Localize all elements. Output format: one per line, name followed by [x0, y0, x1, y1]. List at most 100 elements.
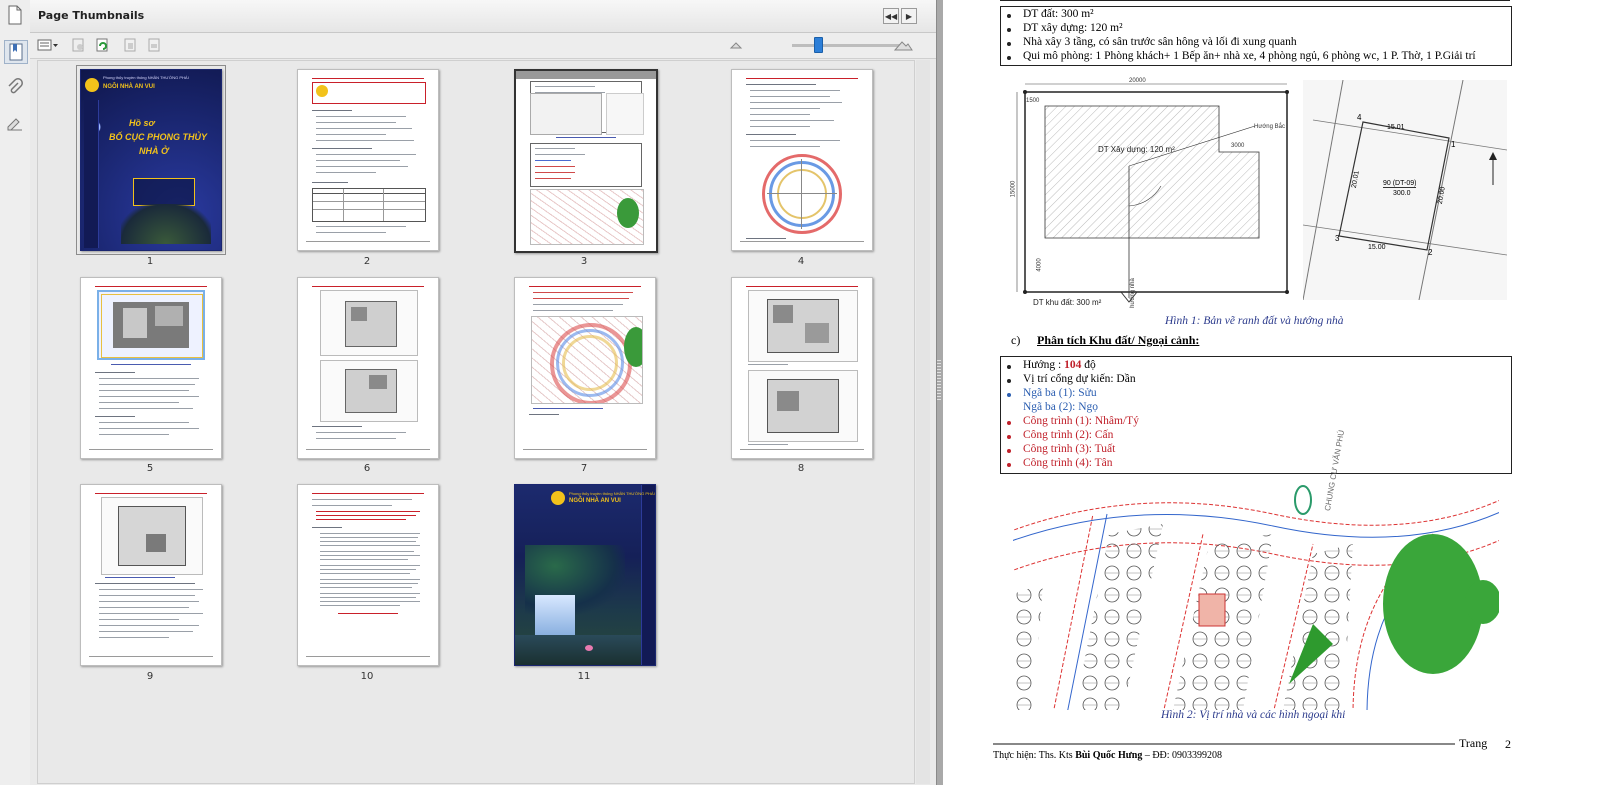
text-line: [320, 573, 410, 574]
text-line: [316, 515, 416, 516]
expand-right-icon[interactable]: ▶: [901, 8, 917, 24]
footer-rule: [306, 241, 430, 242]
footer-rule: [306, 656, 430, 657]
map-drawing: [1013, 474, 1499, 710]
cover-logo-icon: [85, 78, 99, 92]
header-rule: [95, 286, 207, 287]
cadastral-sketch: [606, 93, 644, 135]
insert-pages-icon[interactable]: [70, 38, 86, 52]
text-line: [320, 533, 420, 534]
info-item: Qui mô phòng: 1 Phòng khách+ 1 Bếp ăn+ n…: [1023, 50, 1476, 62]
thumbnail-size-slider[interactable]: [792, 44, 902, 47]
caption-line: [533, 408, 603, 409]
text-line: [320, 597, 416, 598]
page-number-label: 1: [146, 256, 154, 267]
page-thumbnail-6[interactable]: [297, 277, 439, 459]
text-line: [99, 378, 199, 379]
text-line: [99, 434, 169, 435]
page-thumbnail-9[interactable]: [80, 484, 222, 666]
text-line: [316, 172, 376, 173]
dim-top-label: 20000: [1129, 78, 1146, 84]
text-line: [750, 96, 830, 97]
text-line: [320, 601, 420, 602]
acrobat-window: Page Thumbnails ◀◀ ▶ Phong thủy truyền t…: [0, 0, 1600, 785]
text-line: [99, 631, 193, 632]
text-line: [320, 541, 416, 542]
caption-line: [111, 364, 191, 365]
page-thumbnails-icon[interactable]: [4, 4, 26, 26]
bookmarks-icon[interactable]: [4, 40, 28, 64]
page-thumbnail-3[interactable]: [514, 69, 658, 253]
back-cover-waterfall-image: [535, 595, 575, 635]
slider-knob[interactable]: [814, 37, 823, 53]
text-line: [312, 527, 342, 528]
delete-pages-icon[interactable]: [122, 38, 138, 52]
point-label: 2: [1428, 248, 1433, 257]
text-line: [320, 551, 414, 552]
text-line: [533, 292, 633, 293]
footer-rule: [523, 449, 647, 450]
text-line: [533, 304, 623, 305]
cover-heading-top: Hồ sơ: [129, 118, 155, 128]
text-line: [99, 402, 179, 403]
attachments-icon[interactable]: [4, 76, 26, 98]
text-line: [316, 438, 396, 439]
dim-small-label: 1500: [1026, 98, 1040, 104]
header-rule: [312, 493, 424, 494]
text-line: [316, 134, 386, 135]
text-line: [748, 364, 788, 365]
footer-rule: [740, 449, 864, 450]
thumbnails-scrollbar[interactable]: [916, 60, 930, 784]
text-line: [750, 146, 820, 147]
point-label: 4: [1357, 113, 1362, 122]
footer-rule: [89, 449, 213, 450]
footer-rule: [993, 743, 1455, 745]
text-line: [316, 166, 408, 167]
floor-plan-image: [748, 290, 858, 362]
panel-header: Page Thumbnails ◀◀ ▶: [30, 0, 936, 33]
plan-sketch: [530, 93, 602, 135]
thumbnails-panel: Page Thumbnails ◀◀ ▶ Phong thủy truyền t…: [30, 0, 936, 785]
page-thumbnail-8[interactable]: [731, 277, 873, 459]
cover-spine: [84, 100, 99, 248]
page-number-label: 3: [580, 256, 588, 267]
zoom-out-thumbnails-icon[interactable]: [728, 38, 744, 52]
page-thumbnail-1[interactable]: Phong thủy truyền thống NHÂN THƯỜNG PHÁI…: [76, 65, 226, 255]
page-thumbnail-2[interactable]: [297, 69, 439, 251]
text-line: [316, 122, 396, 123]
point-label: 3: [1335, 234, 1340, 243]
page-thumbnail-5[interactable]: [80, 277, 222, 459]
page-thumbnail-11[interactable]: Phong thủy truyền thống NHÂN THƯỜNG PHÁI…: [514, 484, 656, 666]
text-line: [316, 154, 416, 155]
info-item: DT đất: 300 m²: [1023, 8, 1094, 20]
north-label: Hướng Bắc: [1254, 124, 1285, 130]
text-line: [750, 120, 834, 121]
print-pages-icon[interactable]: [146, 38, 162, 52]
point-label: 1: [1451, 140, 1456, 149]
cover-heading-mid: BỐ CỤC PHONG THỦY: [109, 132, 208, 142]
brand-box: [312, 82, 426, 104]
thumbnails-scroll-area: Phong thủy truyền thống NHÂN THƯỜNG PHÁI…: [37, 60, 915, 784]
options-menu-icon[interactable]: [37, 38, 59, 52]
splitter-grip[interactable]: [937, 360, 941, 400]
text-line: [320, 555, 420, 556]
floor-plan-image: [748, 370, 858, 442]
compass-chart-image: [762, 154, 842, 234]
text-line: [746, 134, 796, 135]
page-number-label: 10: [360, 671, 374, 682]
document-page: DT đất: 300 m² DT xây dựng: 120 m² Nhà x…: [943, 0, 1600, 785]
top-rule: [1000, 0, 1510, 1]
text-line: [533, 310, 613, 311]
panel-title: Page Thumbnails: [38, 9, 145, 22]
page-thumbnail-7[interactable]: [514, 277, 656, 459]
zoom-in-thumbnails-icon[interactable]: [893, 38, 913, 52]
page-thumbnail-10[interactable]: [297, 484, 439, 666]
rotate-page-icon[interactable]: [94, 38, 110, 52]
page-thumbnail-4[interactable]: [731, 69, 873, 251]
gate-item: Vị trí cổng dự kiến: Dần: [1023, 373, 1136, 385]
collapse-left-icon[interactable]: ◀◀: [883, 8, 899, 24]
text-line: [312, 505, 392, 506]
page-number-label: 6: [363, 463, 371, 474]
signatures-icon[interactable]: [4, 112, 26, 134]
page-number-label: 2: [363, 256, 371, 267]
